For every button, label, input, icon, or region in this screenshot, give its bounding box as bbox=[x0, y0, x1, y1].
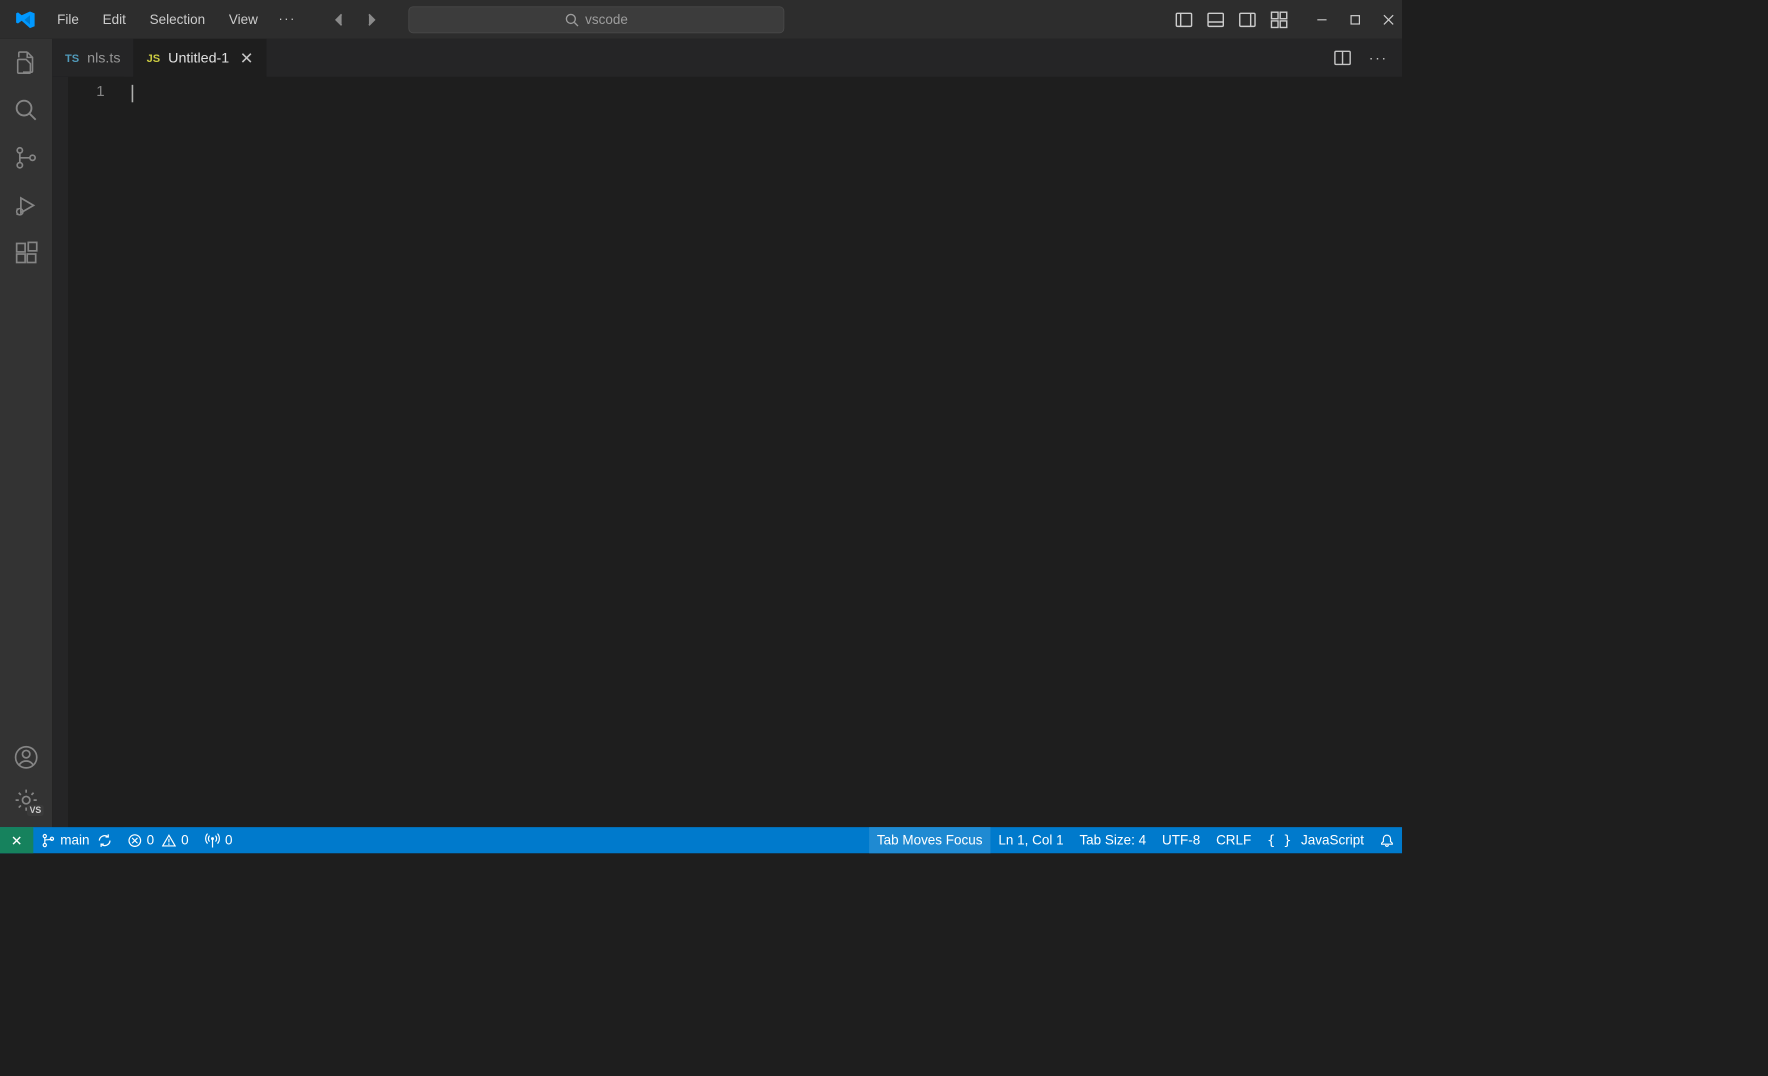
close-tab-icon[interactable] bbox=[240, 52, 253, 65]
language-label: JavaScript bbox=[1301, 832, 1364, 848]
explorer-icon[interactable] bbox=[13, 50, 38, 75]
menu-file[interactable]: File bbox=[48, 7, 89, 32]
window-maximize-icon[interactable] bbox=[1350, 14, 1361, 25]
run-debug-icon[interactable] bbox=[13, 193, 38, 218]
line-number: 1 bbox=[68, 83, 104, 100]
ports-count: 0 bbox=[225, 832, 233, 848]
command-center-search[interactable]: vscode bbox=[409, 6, 784, 33]
menu-edit[interactable]: Edit bbox=[93, 7, 135, 32]
accounts-icon[interactable] bbox=[13, 745, 38, 770]
cursor-position-status[interactable]: Ln 1, Col 1 bbox=[990, 827, 1071, 853]
source-control-icon[interactable] bbox=[13, 145, 38, 170]
text-cursor bbox=[132, 85, 134, 102]
typescript-file-icon: TS bbox=[65, 52, 79, 65]
radio-tower-icon bbox=[204, 832, 220, 848]
customize-layout-icon[interactable] bbox=[1270, 11, 1287, 28]
warning-icon bbox=[162, 833, 176, 847]
editor-content[interactable] bbox=[124, 77, 1402, 827]
branch-icon bbox=[41, 833, 55, 847]
remote-icon bbox=[10, 833, 24, 847]
toggle-primary-sidebar-icon[interactable] bbox=[1175, 11, 1192, 28]
sync-icon bbox=[97, 833, 111, 847]
tab-moves-focus-status[interactable]: Tab Moves Focus bbox=[869, 827, 991, 853]
bell-icon bbox=[1380, 833, 1394, 847]
error-icon bbox=[128, 833, 142, 847]
tab-label: nls.ts bbox=[87, 50, 120, 67]
editor-body[interactable]: 1 bbox=[52, 77, 1402, 827]
activity-bar: VS bbox=[0, 39, 52, 827]
profile-badge: VS bbox=[27, 805, 43, 816]
nav-back-icon[interactable] bbox=[331, 11, 348, 28]
tab-nls-ts[interactable]: TS nls.ts bbox=[52, 39, 134, 77]
error-count: 0 bbox=[147, 832, 155, 848]
more-actions-icon[interactable]: ··· bbox=[1369, 50, 1388, 67]
menu-selection[interactable]: Selection bbox=[140, 7, 214, 32]
git-branch-status[interactable]: main bbox=[33, 827, 119, 853]
tab-label: Untitled-1 bbox=[168, 50, 229, 67]
nav-forward-icon[interactable] bbox=[363, 11, 380, 28]
braces-icon: { } bbox=[1267, 832, 1291, 848]
toggle-panel-icon[interactable] bbox=[1207, 11, 1224, 28]
tab-size-status[interactable]: Tab Size: 4 bbox=[1072, 827, 1155, 853]
window-minimize-icon[interactable] bbox=[1316, 14, 1327, 25]
notifications-status[interactable] bbox=[1372, 827, 1402, 853]
window-close-icon[interactable] bbox=[1383, 14, 1394, 25]
vscode-logo-icon bbox=[14, 8, 36, 30]
branch-name: main bbox=[60, 832, 89, 848]
search-icon bbox=[565, 12, 579, 26]
eol-status[interactable]: CRLF bbox=[1208, 827, 1259, 853]
line-number-gutter: 1 bbox=[68, 77, 124, 827]
search-placeholder: vscode bbox=[585, 11, 628, 27]
remote-indicator[interactable] bbox=[0, 827, 33, 853]
status-bar: main 0 0 0 Tab Moves Focus Ln 1, Col 1 T… bbox=[0, 827, 1402, 853]
warning-count: 0 bbox=[181, 832, 189, 848]
menu-view[interactable]: View bbox=[219, 7, 267, 32]
menu-more-icon[interactable]: ··· bbox=[272, 8, 302, 32]
ports-status[interactable]: 0 bbox=[197, 827, 241, 853]
toggle-secondary-sidebar-icon[interactable] bbox=[1239, 11, 1256, 28]
tab-untitled-1[interactable]: JS Untitled-1 bbox=[134, 39, 267, 77]
problems-status[interactable]: 0 0 bbox=[120, 827, 197, 853]
encoding-status[interactable]: UTF-8 bbox=[1154, 827, 1208, 853]
titlebar: File Edit Selection View ··· vscode bbox=[0, 0, 1402, 39]
extensions-icon[interactable] bbox=[13, 240, 38, 265]
language-mode-status[interactable]: { } JavaScript bbox=[1259, 827, 1372, 853]
search-activity-icon[interactable] bbox=[13, 98, 38, 123]
settings-gear-icon[interactable]: VS bbox=[13, 787, 38, 812]
editor-tabs: TS nls.ts JS Untitled-1 ··· bbox=[52, 39, 1402, 77]
split-editor-icon[interactable] bbox=[1334, 49, 1351, 66]
javascript-file-icon: JS bbox=[147, 52, 161, 65]
